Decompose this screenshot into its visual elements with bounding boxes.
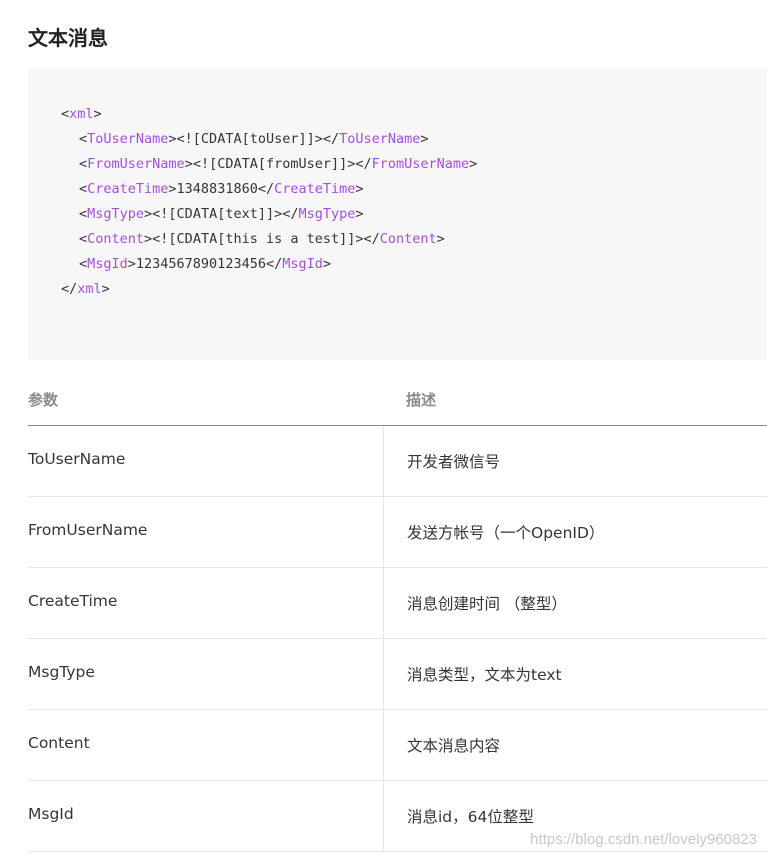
code-text: <	[79, 181, 88, 197]
column-divider	[383, 710, 384, 780]
table-row: MsgType 消息类型，文本为text	[28, 639, 767, 710]
code-text: ><![CDATA[text]]></	[144, 206, 299, 222]
desc-cell: 发送方帐号（一个OpenID）	[407, 524, 605, 542]
code-line: <MsgId>1234567890123456</MsgId>	[61, 252, 477, 277]
code-text: <	[79, 231, 88, 247]
xml-tag-name: xml	[69, 106, 94, 122]
params-table: 参数 描述 ToUserName 开发者微信号 FromUserName 发送方…	[28, 380, 767, 852]
xml-tag-name: MsgId	[282, 256, 323, 272]
param-cell: MsgType	[28, 663, 95, 681]
xml-tag-name: FromUserName	[371, 156, 470, 172]
xml-tag-name: ToUserName	[339, 131, 421, 147]
code-text: ><![CDATA[fromUser]]></	[184, 156, 372, 172]
table-header: 参数 描述	[28, 380, 767, 426]
code-text: </	[61, 281, 78, 297]
xml-tag-name: MsgId	[87, 256, 128, 272]
header-param: 参数	[28, 391, 59, 409]
desc-cell: 开发者微信号	[407, 453, 501, 471]
code-line: </xml>	[61, 277, 477, 302]
xml-tag-name: MsgType	[87, 206, 145, 222]
code-text: <	[61, 106, 70, 122]
code-text: <	[79, 256, 88, 272]
xml-tag-name: ToUserName	[87, 131, 169, 147]
xml-tag-name: FromUserName	[87, 156, 185, 172]
param-cell: Content	[28, 734, 90, 752]
code-text: >	[355, 181, 364, 197]
table-row: CreateTime 消息创建时间 （整型）	[28, 568, 767, 639]
table-row: FromUserName 发送方帐号（一个OpenID）	[28, 497, 767, 568]
xml-tag-name: CreateTime	[274, 181, 356, 197]
desc-cell: 消息id，64位整型	[407, 808, 534, 826]
column-divider	[383, 781, 384, 851]
desc-cell: 文本消息内容	[407, 737, 501, 755]
header-desc: 描述	[406, 391, 437, 409]
code-text: >	[322, 256, 331, 272]
watermark: https://blog.csdn.net/lovely960823	[530, 831, 757, 848]
code-line: <Content><![CDATA[this is a test]]></Con…	[61, 227, 477, 252]
code-text: >1348831860</	[168, 181, 275, 197]
code-text: >	[93, 106, 102, 122]
code-line: <ToUserName><![CDATA[toUser]]></ToUserNa…	[61, 127, 477, 152]
code-text: <	[79, 156, 88, 172]
column-divider	[383, 497, 384, 567]
code-line: <CreateTime>1348831860</CreateTime>	[61, 177, 477, 202]
code-text: <	[79, 206, 88, 222]
code-text: <	[79, 131, 88, 147]
param-cell: CreateTime	[28, 592, 118, 610]
code-text: >	[355, 206, 364, 222]
code-line: <xml>	[61, 102, 477, 127]
code-text: >	[420, 131, 429, 147]
xml-tag-name: CreateTime	[87, 181, 169, 197]
param-cell: FromUserName	[28, 521, 148, 539]
column-divider	[383, 568, 384, 638]
column-divider	[383, 426, 384, 496]
code-text: ><![CDATA[toUser]]></	[168, 131, 340, 147]
code-line: <MsgType><![CDATA[text]]></MsgType>	[61, 202, 477, 227]
code-lines: <xml> <ToUserName><![CDATA[toUser]]></ToU…	[61, 102, 477, 302]
section-title: 文本消息	[28, 26, 108, 50]
code-text: >1234567890123456</	[127, 256, 283, 272]
xml-tag-name: Content	[87, 231, 145, 247]
xml-tag-name: xml	[77, 281, 102, 297]
code-line: <FromUserName><![CDATA[fromUser]]></From…	[61, 152, 477, 177]
code-text: >	[469, 156, 478, 172]
code-text: ><![CDATA[this is a test]]></	[144, 231, 380, 247]
param-cell: ToUserName	[28, 450, 126, 468]
table-row: ToUserName 开发者微信号	[28, 426, 767, 497]
desc-cell: 消息创建时间 （整型）	[407, 595, 567, 613]
table-row: Content 文本消息内容	[28, 710, 767, 781]
desc-cell: 消息类型，文本为text	[407, 666, 562, 684]
xml-tag-name: Content	[379, 231, 437, 247]
code-text: >	[101, 281, 110, 297]
param-cell: MsgId	[28, 805, 74, 823]
xml-tag-name: MsgType	[298, 206, 356, 222]
code-text: >	[436, 231, 445, 247]
column-divider	[383, 639, 384, 709]
code-block: <xml> <ToUserName><![CDATA[toUser]]></ToU…	[28, 69, 767, 360]
